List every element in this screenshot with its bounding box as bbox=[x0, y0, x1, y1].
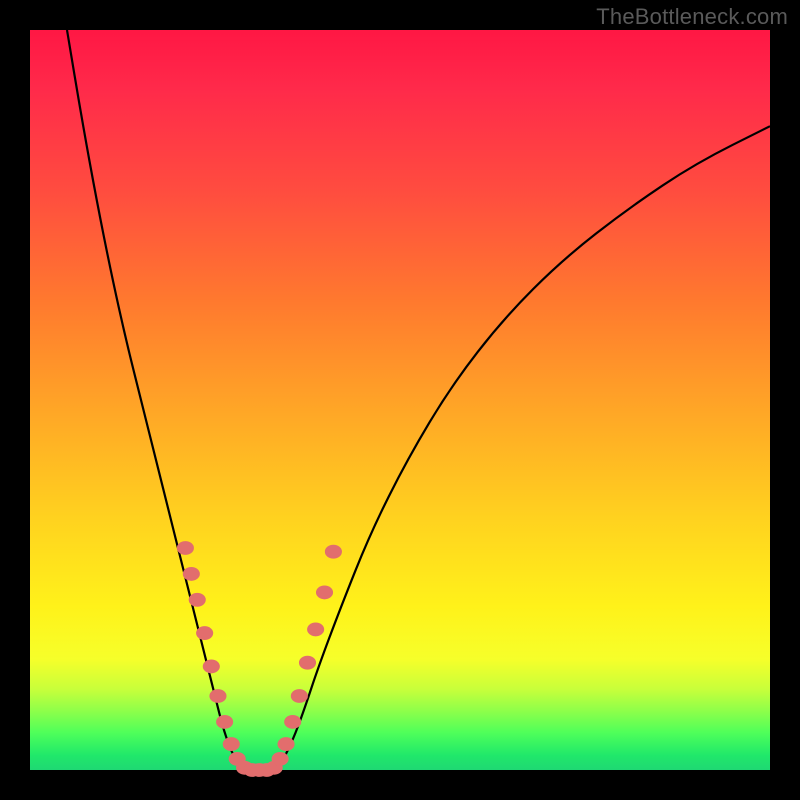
data-marker bbox=[277, 737, 294, 751]
data-marker bbox=[216, 715, 233, 729]
data-marker bbox=[272, 752, 289, 766]
data-marker bbox=[177, 541, 194, 555]
data-marker bbox=[284, 715, 301, 729]
chart-overlay-svg bbox=[30, 30, 770, 770]
data-marker bbox=[307, 622, 324, 636]
left-curve bbox=[67, 30, 245, 770]
data-marker bbox=[299, 656, 316, 670]
data-marker bbox=[316, 585, 333, 599]
right-curve bbox=[274, 126, 770, 770]
data-marker bbox=[196, 626, 213, 640]
data-marker bbox=[209, 689, 226, 703]
data-marker bbox=[183, 567, 200, 581]
data-marker bbox=[291, 689, 308, 703]
data-markers bbox=[177, 541, 342, 777]
data-marker bbox=[223, 737, 240, 751]
data-marker bbox=[203, 659, 220, 673]
watermark-text: TheBottleneck.com bbox=[596, 4, 788, 30]
data-marker bbox=[325, 545, 342, 559]
data-marker bbox=[189, 593, 206, 607]
chart-frame: TheBottleneck.com bbox=[0, 0, 800, 800]
